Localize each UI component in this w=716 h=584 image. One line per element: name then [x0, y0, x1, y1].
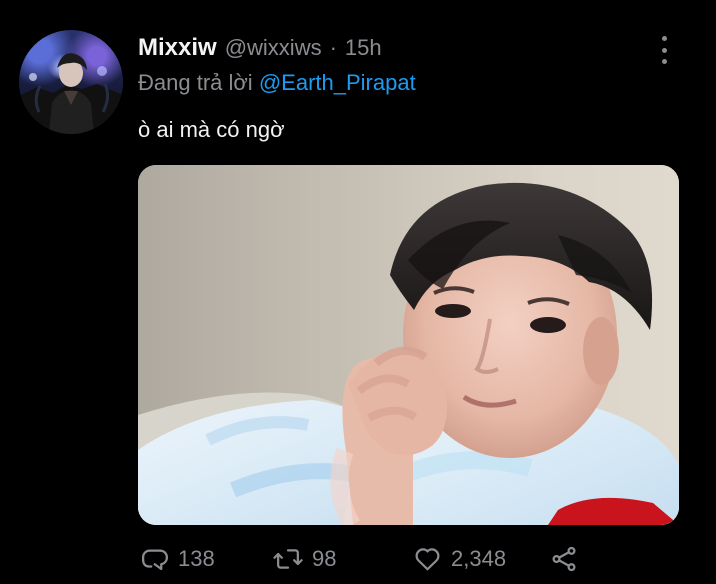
retweet-icon [273, 549, 303, 569]
reply-context: Đang trả lời @Earth_Pirapat [138, 70, 416, 96]
more-dot [661, 47, 667, 53]
more-vertical-icon[interactable] [652, 36, 676, 64]
share-button[interactable] [548, 540, 580, 578]
tweet-image[interactable] [138, 165, 679, 525]
tweet-time[interactable]: 15h [345, 35, 382, 61]
like-button[interactable]: 2,348 [412, 540, 506, 578]
like-count: 2,348 [451, 546, 507, 571]
reply-icon [142, 549, 168, 571]
more-dot [661, 59, 667, 64]
photo-image [138, 165, 679, 525]
reply-button[interactable]: 138 [140, 540, 215, 578]
tweet-actions: 138 98 2,348 [0, 540, 716, 578]
reply-count: 138 [178, 546, 215, 571]
avatar[interactable] [19, 30, 123, 134]
retweet-count: 98 [312, 546, 337, 571]
heart-icon [415, 548, 440, 571]
avatar-image [19, 53, 123, 134]
share-icon [552, 546, 576, 572]
retweet-button[interactable]: 98 [272, 540, 336, 578]
metadata-separator: · [329, 35, 337, 60]
user-handle[interactable]: @wixxiws [225, 35, 322, 61]
tweet[interactable]: Mixxiw @wixxiws · 15h Đang trả lời @Eart… [0, 0, 716, 584]
tweet-text: ò ai mà có ngờ [138, 117, 285, 142]
more-dot [661, 36, 667, 41]
reply-mention[interactable]: @Earth_Pirapat [259, 70, 416, 95]
display-name[interactable]: Mixxiw [138, 34, 217, 62]
tweet-header: Mixxiw @wixxiws · 15h [138, 34, 382, 64]
reply-prefix: Đang trả lời [138, 70, 253, 95]
